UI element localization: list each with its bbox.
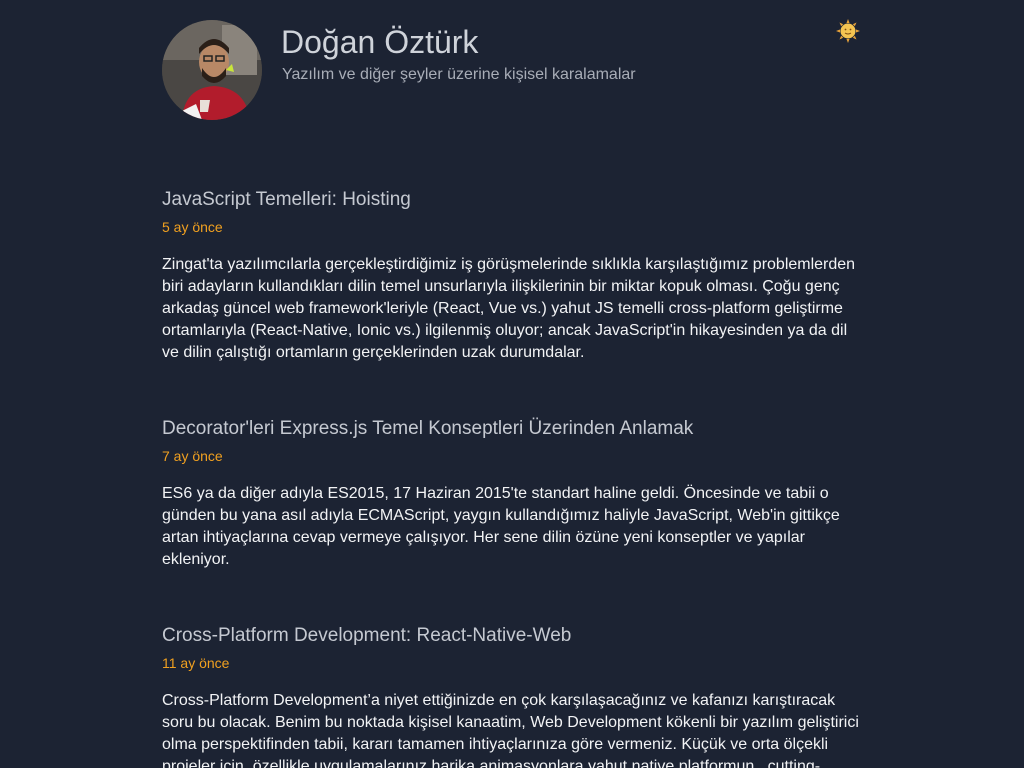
post-list: JavaScript Temelleri: Hoisting 5 ay önce… xyxy=(162,188,864,768)
post-item: JavaScript Temelleri: Hoisting 5 ay önce… xyxy=(162,188,864,364)
post-item: Cross-Platform Development: React-Native… xyxy=(162,624,864,768)
site-subtitle: Yazılım ve diğer şeyler üzerine kişisel … xyxy=(282,66,636,83)
site-title[interactable]: Doğan Öztürk xyxy=(281,22,478,62)
profile-photo-icon xyxy=(162,20,262,120)
avatar[interactable] xyxy=(162,20,262,120)
post-title[interactable]: Decorator'leri Express.js Temel Konseptl… xyxy=(162,417,864,441)
post-date: 5 ay önce xyxy=(162,219,223,235)
post-date: 7 ay önce xyxy=(162,448,223,464)
theme-toggle-button[interactable] xyxy=(836,19,860,43)
post-item: Decorator'leri Express.js Temel Konseptl… xyxy=(162,417,864,571)
post-excerpt: ES6 ya da diğer adıyla ES2015, 17 Hazira… xyxy=(162,485,840,568)
post-excerpt: Cross-Platform Development’a niyet ettiğ… xyxy=(162,692,859,768)
page: Doğan Öztürk Yazılım ve diğer şeyler üze… xyxy=(0,0,1024,768)
post-excerpt: Zingat'ta yazılımcılarla gerçekleştirdiğ… xyxy=(162,256,856,361)
post-date: 11 ay önce xyxy=(162,655,230,671)
post-title[interactable]: JavaScript Temelleri: Hoisting xyxy=(162,188,864,212)
site-header: Doğan Öztürk Yazılım ve diğer şeyler üze… xyxy=(162,20,862,120)
sun-icon xyxy=(836,19,860,43)
post-title[interactable]: Cross-Platform Development: React-Native… xyxy=(162,624,864,648)
